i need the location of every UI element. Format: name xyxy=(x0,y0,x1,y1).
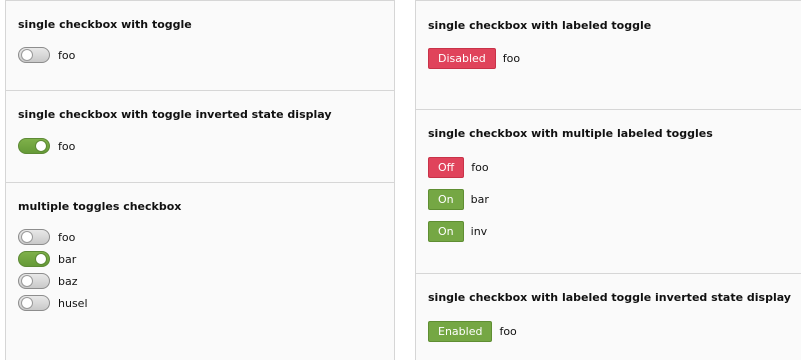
toggle-row-husel: husel xyxy=(18,294,88,312)
labeled-toggle-row-foo: Disabled foo xyxy=(428,48,520,69)
panel-labeled-toggle-inverted: single checkbox with labeled toggle inve… xyxy=(415,274,801,360)
toggle-button-on[interactable]: On xyxy=(428,189,464,210)
toggle-label: foo xyxy=(58,139,76,153)
labeled-toggle-row-foo: Off foo xyxy=(428,157,489,178)
toggle-switch-foo[interactable] xyxy=(18,229,50,245)
toggle-knob xyxy=(35,140,47,152)
panel-single-toggle: single checkbox with toggle foo xyxy=(5,0,395,91)
toggle-row-foo: foo xyxy=(18,137,75,155)
toggle-knob xyxy=(21,231,33,243)
toggle-label: bar xyxy=(58,252,77,266)
labeled-toggle-row-inv: On inv xyxy=(428,221,487,242)
toggle-label: foo xyxy=(499,325,517,338)
left-column: single checkbox with toggle foo single c… xyxy=(5,0,395,360)
toggle-switch-husel[interactable] xyxy=(18,295,50,311)
toggle-knob xyxy=(21,297,33,309)
toggle-label: inv xyxy=(470,225,488,238)
panel-title: multiple toggles checkbox xyxy=(18,200,182,213)
toggle-label: foo xyxy=(471,161,489,174)
toggle-row-baz: baz xyxy=(18,272,78,290)
toggle-switch-baz[interactable] xyxy=(18,273,50,289)
toggle-label: foo xyxy=(58,230,76,244)
toggle-button-enabled[interactable]: Enabled xyxy=(428,321,493,342)
panel-inverted-toggle: single checkbox with toggle inverted sta… xyxy=(5,91,395,183)
toggle-row-bar: bar xyxy=(18,250,76,268)
toggle-button-off[interactable]: Off xyxy=(428,157,465,178)
toggle-label: husel xyxy=(58,296,88,310)
toggle-knob xyxy=(21,275,33,287)
toggle-label: baz xyxy=(58,274,78,288)
toggle-label: foo xyxy=(502,52,521,65)
toggle-switch-foo[interactable] xyxy=(18,47,50,63)
panel-title: single checkbox with labeled toggle inve… xyxy=(428,291,791,304)
panel-multiple-labeled-toggles: single checkbox with multiple labeled to… xyxy=(415,110,801,274)
toggle-row-foo: foo xyxy=(18,46,75,64)
right-column: single checkbox with labeled toggle Disa… xyxy=(415,0,801,360)
panel-labeled-toggle: single checkbox with labeled toggle Disa… xyxy=(415,0,801,110)
panel-title: single checkbox with multiple labeled to… xyxy=(428,127,713,140)
panel-multiple-toggles: multiple toggles checkbox foo bar baz hu… xyxy=(5,183,395,360)
panel-title: single checkbox with labeled toggle xyxy=(428,19,652,32)
toggle-switch-bar[interactable] xyxy=(18,251,50,267)
toggle-knob xyxy=(35,253,47,265)
toggle-label: foo xyxy=(58,48,76,62)
toggle-button-disabled[interactable]: Disabled xyxy=(428,48,496,69)
toggle-label: bar xyxy=(470,193,489,206)
toggle-button-on[interactable]: On xyxy=(428,221,464,242)
labeled-toggle-row-foo: Enabled foo xyxy=(428,321,517,342)
labeled-toggle-row-bar: On bar xyxy=(428,189,489,210)
panel-title: single checkbox with toggle inverted sta… xyxy=(18,108,332,121)
toggle-row-foo: foo xyxy=(18,228,75,246)
toggle-knob xyxy=(21,49,33,61)
panel-title: single checkbox with toggle xyxy=(18,18,192,31)
toggle-switch-foo[interactable] xyxy=(18,138,50,154)
